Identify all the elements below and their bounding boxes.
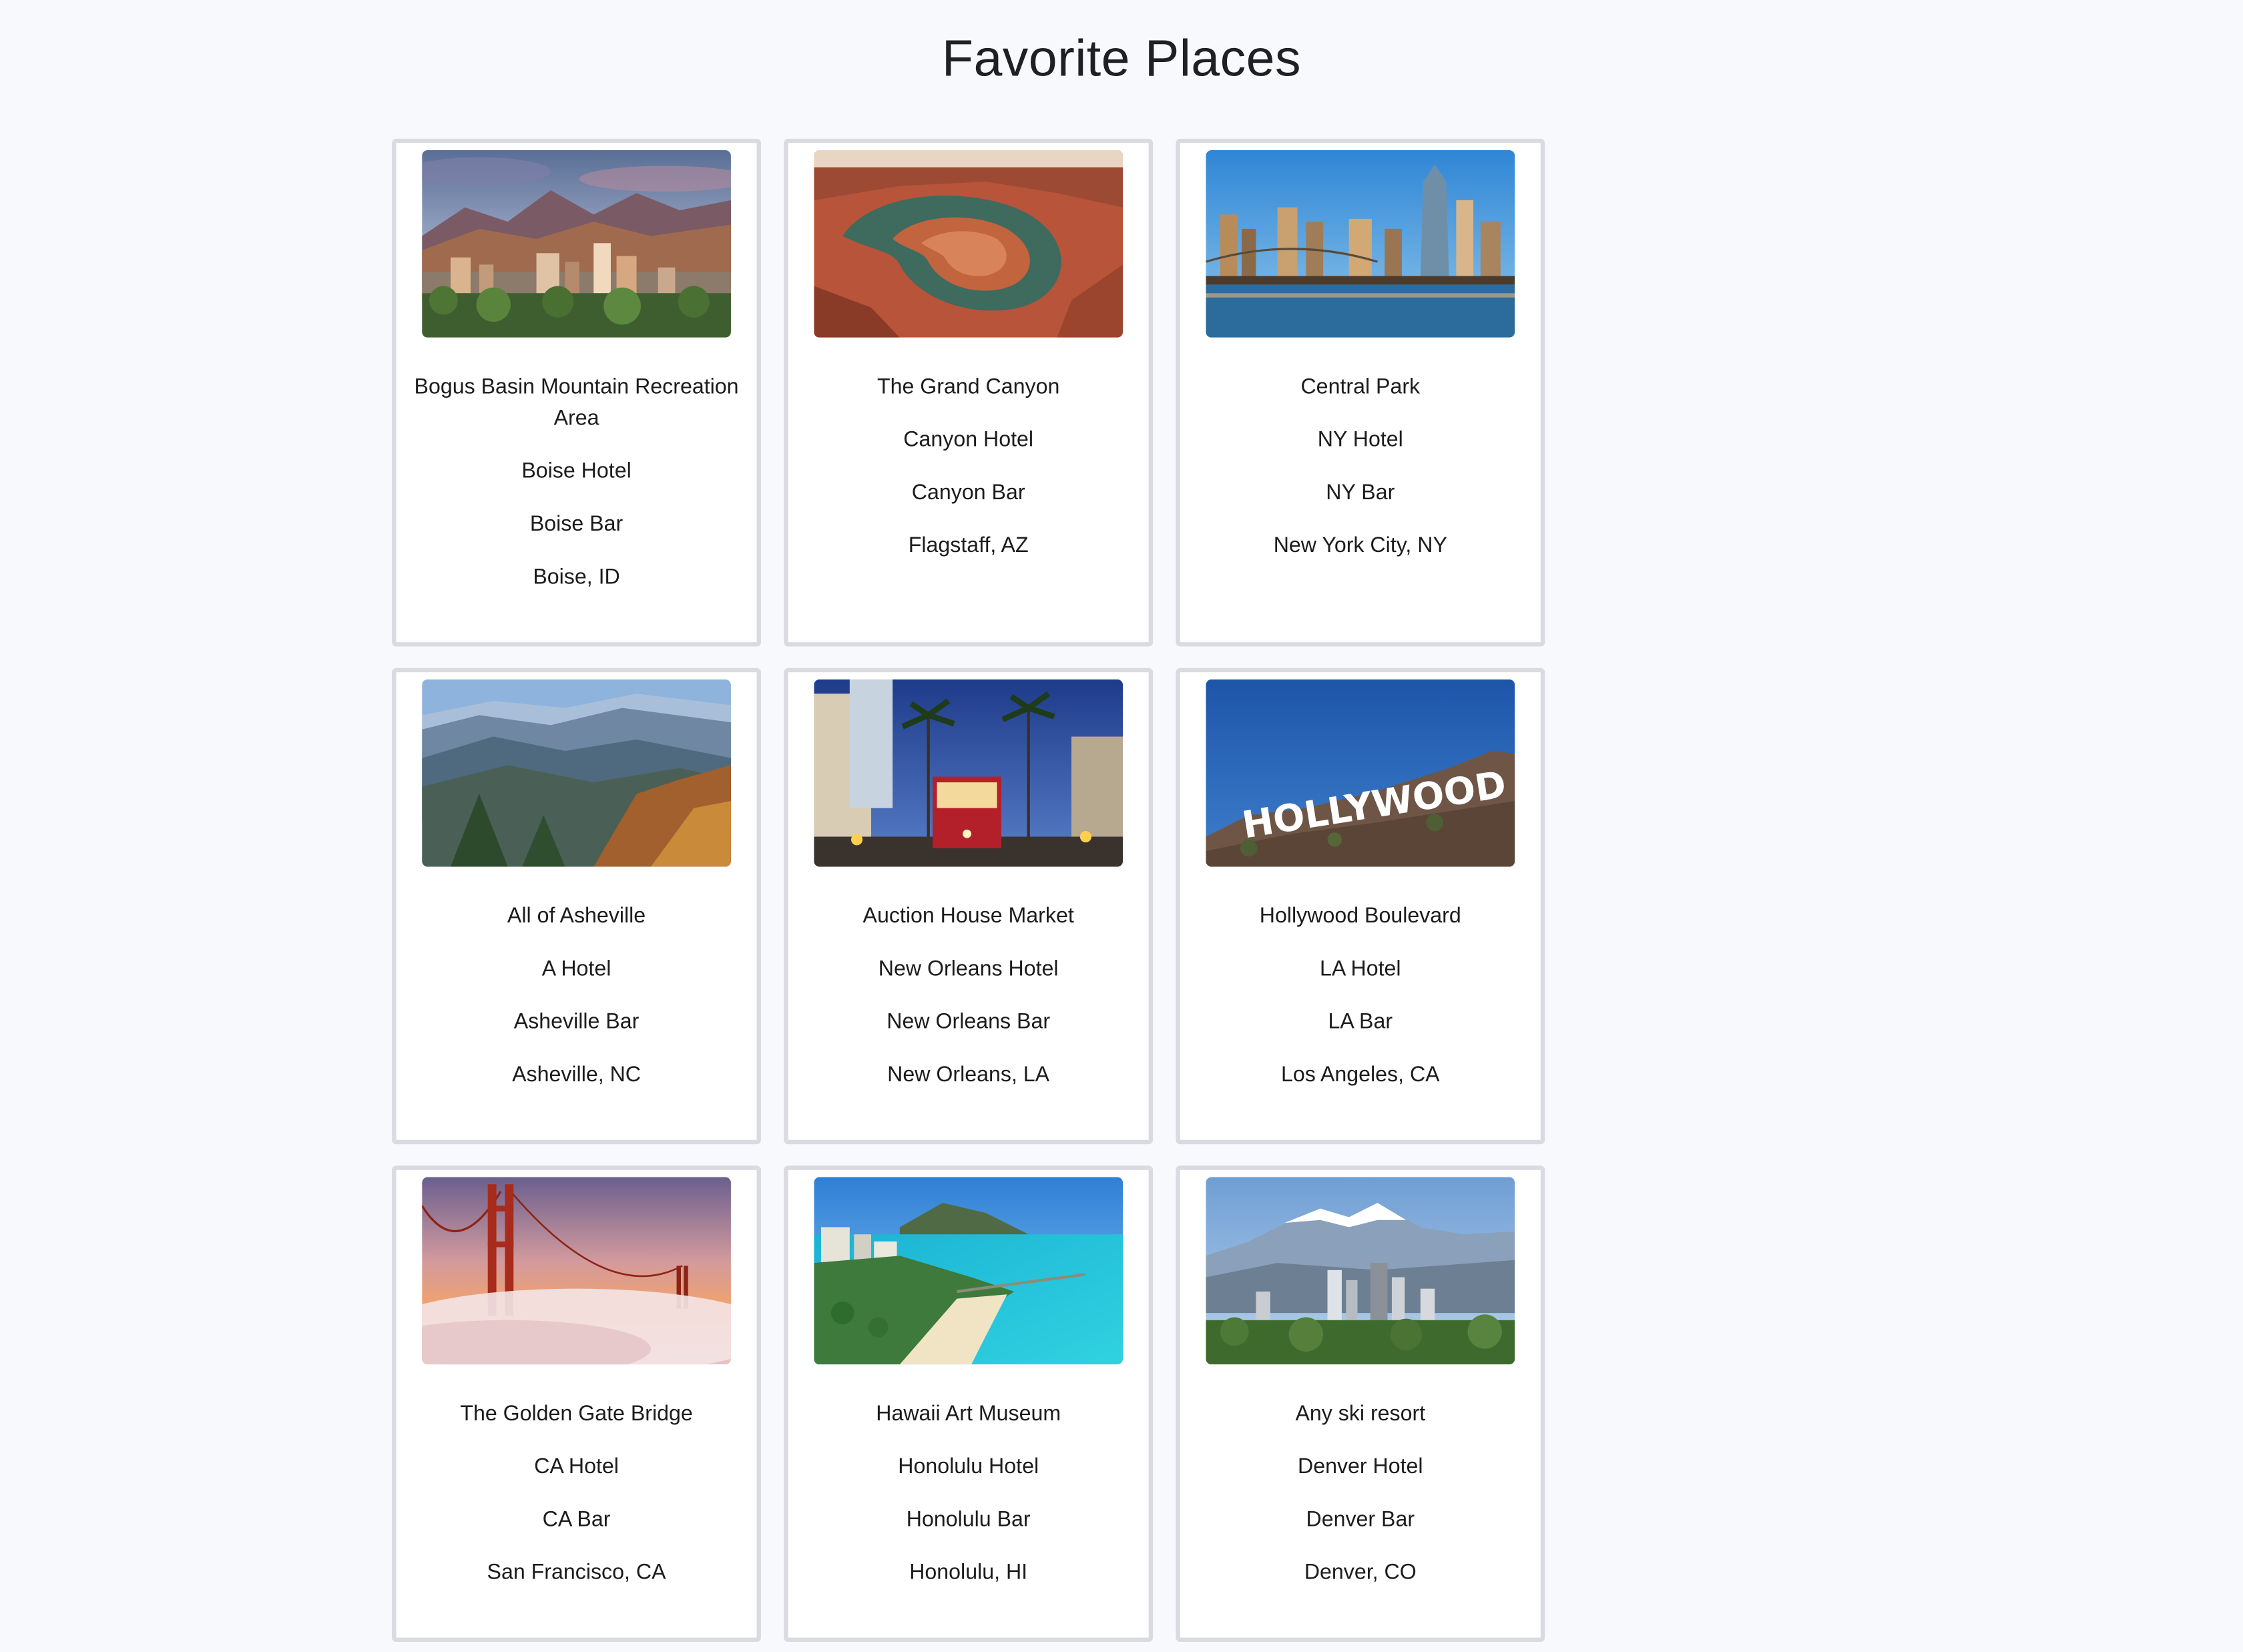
attraction-name: Any ski resort [1295, 1401, 1426, 1426]
place-card: The Grand Canyon Canyon Hotel Canyon Bar… [784, 138, 1154, 647]
attraction-name: Auction House Market [862, 904, 1074, 928]
hotel-name: CA Hotel [534, 1454, 619, 1479]
beach-photo [814, 1177, 1124, 1365]
snow-mountain-city-photo [1206, 1177, 1515, 1365]
attraction-name: Hawaii Art Museum [876, 1401, 1061, 1426]
place-card: The Golden Gate Bridge CA Hotel CA Bar S… [392, 1165, 761, 1642]
place-card: Bogus Basin Mountain Recreation Area Boi… [392, 138, 761, 647]
streetcar-photo [814, 679, 1124, 867]
attraction-name: Hollywood Boulevard [1259, 904, 1461, 928]
attraction-name: The Grand Canyon [877, 374, 1060, 399]
location-name: Boise, ID [533, 565, 620, 589]
bar-name: Boise Bar [529, 512, 624, 537]
hotel-name: NY Hotel [1317, 427, 1403, 453]
bar-name: New Orleans Bar [887, 1009, 1051, 1035]
bar-name: Honolulu Bar [906, 1507, 1031, 1532]
hotel-name: Honolulu Hotel [898, 1454, 1039, 1479]
bar-name: LA Bar [1328, 1009, 1393, 1035]
page-title: Favorite Places [941, 28, 1301, 87]
location-name: New York City, NY [1273, 533, 1447, 558]
location-name: Los Angeles, CA [1280, 1063, 1440, 1087]
location-name: New Orleans, LA [887, 1063, 1050, 1087]
place-info: All of Asheville A Hotel Asheville Bar A… [411, 901, 742, 1113]
hollywood-sign-photo: HOLLYWOOD [1206, 679, 1515, 867]
bar-name: NY Bar [1326, 480, 1395, 505]
place-card: Central Park NY Hotel NY Bar New York Ci… [1176, 138, 1545, 647]
place-info: Bogus Basin Mountain Recreation Area Boi… [411, 372, 742, 615]
place-info: Auction House Market New Orleans Hotel N… [802, 901, 1134, 1113]
place-card: All of Asheville A Hotel Asheville Bar A… [392, 667, 761, 1145]
place-info: Any ski resort Denver Hotel Denver Bar D… [1194, 1399, 1526, 1611]
hotel-name: Boise Hotel [521, 459, 632, 484]
bar-name: Asheville Bar [513, 1009, 640, 1035]
suspension-bridge-photo [422, 1177, 731, 1365]
place-card: Any ski resort Denver Hotel Denver Bar D… [1176, 1165, 1545, 1642]
skyline-bridge-photo [1206, 150, 1515, 338]
hotel-name: A Hotel [541, 956, 611, 981]
bar-name: Denver Bar [1306, 1507, 1415, 1532]
hotel-name: Canyon Hotel [903, 427, 1034, 453]
place-card: Hawaii Art Museum Honolulu Hotel Honolul… [784, 1165, 1154, 1642]
mountain-city-photo [422, 150, 731, 338]
attraction-name: All of Asheville [507, 904, 646, 928]
location-name: San Francisco, CA [487, 1560, 666, 1585]
bar-name: Canyon Bar [911, 480, 1025, 505]
place-info: Central Park NY Hotel NY Bar New York Ci… [1194, 372, 1526, 583]
bar-name: CA Bar [542, 1507, 611, 1532]
location-name: Flagstaff, AZ [908, 533, 1029, 558]
place-info: The Grand Canyon Canyon Hotel Canyon Bar… [802, 372, 1134, 583]
hotel-name: Denver Hotel [1297, 1454, 1423, 1479]
canyon-photo [814, 150, 1124, 338]
hotel-name: New Orleans Hotel [878, 956, 1059, 981]
hotel-name: LA Hotel [1320, 956, 1401, 981]
attraction-name: Bogus Basin Mountain Recreation Area [414, 374, 739, 431]
mountain-ridge-photo [422, 679, 731, 867]
location-name: Asheville, NC [512, 1063, 642, 1087]
place-card: Auction House Market New Orleans Hotel N… [784, 667, 1154, 1145]
location-name: Honolulu, HI [909, 1560, 1028, 1585]
location-name: Denver, CO [1304, 1560, 1417, 1585]
page: Favorite Places Bogus Basin Mountain Rec… [0, 0, 2243, 1652]
place-info: Hollywood Boulevard LA Hotel LA Bar Los … [1194, 901, 1526, 1113]
place-info: Hawaii Art Museum Honolulu Hotel Honolul… [802, 1399, 1134, 1611]
place-card: HOLLYWOOD Hollywood Boulevard LA Hotel L… [1176, 667, 1545, 1145]
place-info: The Golden Gate Bridge CA Hotel CA Bar S… [411, 1399, 742, 1611]
attraction-name: Central Park [1300, 374, 1421, 399]
attraction-name: The Golden Gate Bridge [460, 1401, 693, 1426]
